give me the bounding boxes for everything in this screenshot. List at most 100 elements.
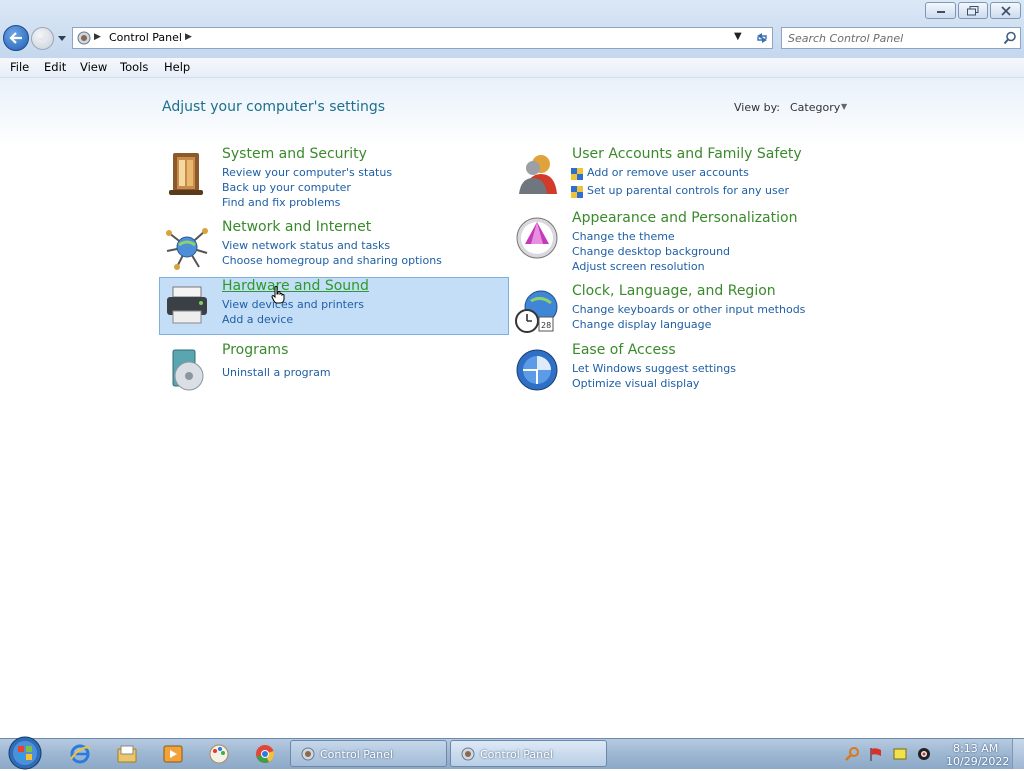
link-add-remove-accounts[interactable]: Add or remove user accounts — [571, 166, 749, 180]
control-panel-icon — [461, 747, 475, 761]
clock-date[interactable]: 10/29/2022 — [946, 755, 1009, 768]
volume-icon[interactable] — [916, 746, 932, 762]
internet-explorer-icon[interactable] — [69, 743, 91, 765]
search-box[interactable] — [781, 27, 1021, 49]
link-display-language[interactable]: Change display language — [572, 318, 711, 331]
media-player-icon[interactable] — [162, 743, 184, 765]
ease-of-access-icon[interactable] — [513, 346, 561, 394]
breadcrumb-arrow-icon[interactable]: ▶ — [185, 32, 192, 42]
appearance-icon[interactable] — [513, 214, 561, 262]
show-desktop-button[interactable] — [1012, 739, 1024, 769]
chrome-icon[interactable] — [254, 743, 276, 765]
arrow-right-icon — [37, 33, 48, 44]
category-title-system-and-security[interactable]: System and Security — [222, 146, 367, 162]
uac-shield-icon — [571, 186, 583, 198]
category-clock-language-region: 28 Clock, Language, and Region Change ke… — [510, 283, 860, 335]
close-icon — [1000, 5, 1011, 16]
menu-bar: File Edit View Tools Help — [0, 58, 1024, 78]
category-appearance: Appearance and Personalization Change th… — [510, 210, 860, 276]
clock-time[interactable]: 8:13 AM — [953, 742, 998, 755]
link-add-device[interactable]: Add a device — [222, 313, 293, 326]
link-parental-controls-label: Set up parental controls for any user — [587, 184, 790, 197]
taskbar-task-label: Control Panel — [320, 748, 393, 761]
link-find-fix-problems[interactable]: Find and fix problems — [222, 196, 340, 209]
hand-cursor-icon — [271, 286, 285, 304]
link-change-keyboards[interactable]: Change keyboards or other input methods — [572, 303, 805, 316]
link-screen-resolution[interactable]: Adjust screen resolution — [572, 260, 705, 273]
breadcrumb-arrow-icon[interactable]: ▶ — [94, 32, 101, 42]
link-network-status[interactable]: View network status and tasks — [222, 239, 390, 252]
chevron-down-icon[interactable]: ▼ — [841, 102, 847, 111]
category-title-clock-language-region[interactable]: Clock, Language, and Region — [572, 283, 776, 299]
restore-button[interactable] — [958, 2, 988, 19]
search-icon[interactable] — [1003, 31, 1017, 45]
category-ease-of-access: Ease of Access Let Windows suggest setti… — [510, 342, 860, 394]
link-back-up[interactable]: Back up your computer — [222, 181, 351, 194]
menu-file[interactable]: File — [10, 60, 29, 74]
category-title-programs[interactable]: Programs — [222, 342, 288, 358]
control-panel-content: Adjust your computer's settings View by:… — [0, 78, 1024, 738]
view-by-label: View by: — [734, 101, 780, 114]
category-user-accounts: User Accounts and Family Safety Add or r… — [510, 146, 860, 200]
link-review-status[interactable]: Review your computer's status — [222, 166, 392, 179]
back-button[interactable] — [3, 25, 29, 51]
menu-tools[interactable]: Tools — [120, 60, 148, 74]
taskbar: Control Panel Control Panel 8:13 AM 10/2… — [0, 735, 1024, 771]
user-accounts-icon[interactable] — [513, 150, 561, 198]
page-title: Adjust your computer's settings — [162, 99, 386, 115]
menu-help[interactable]: Help — [164, 60, 190, 74]
arrow-left-icon — [9, 32, 22, 44]
start-button[interactable] — [6, 735, 44, 771]
breadcrumb-control-panel[interactable]: Control Panel — [109, 31, 182, 44]
link-uninstall-program[interactable]: Uninstall a program — [222, 366, 331, 379]
uac-shield-icon — [571, 168, 583, 180]
minimize-icon — [936, 10, 945, 13]
close-button[interactable] — [990, 2, 1021, 19]
category-title-appearance[interactable]: Appearance and Personalization — [572, 210, 797, 226]
windows-explorer-icon[interactable] — [116, 743, 138, 765]
link-homegroup-sharing[interactable]: Choose homegroup and sharing options — [222, 254, 442, 267]
search-tray-icon[interactable] — [844, 746, 860, 762]
minimize-button[interactable] — [925, 2, 956, 19]
category-network-and-internet: Network and Internet View network status… — [160, 219, 510, 271]
link-windows-suggest[interactable]: Let Windows suggest settings — [572, 362, 736, 375]
link-optimize-display[interactable]: Optimize visual display — [572, 377, 699, 390]
svg-text:28: 28 — [541, 321, 551, 330]
menu-edit[interactable]: Edit — [44, 60, 66, 74]
link-desktop-background[interactable]: Change desktop background — [572, 245, 730, 258]
taskbar-task-control-panel-2[interactable]: Control Panel — [450, 740, 607, 767]
clock-globe-icon[interactable]: 28 — [513, 287, 561, 335]
category-title-user-accounts[interactable]: User Accounts and Family Safety — [572, 146, 802, 162]
address-bar[interactable]: ▶ Control Panel ▶ ▼ — [72, 27, 773, 49]
action-center-flag-icon[interactable] — [868, 746, 884, 762]
paint-icon[interactable] — [208, 743, 230, 765]
link-add-remove-accounts-label: Add or remove user accounts — [587, 166, 749, 179]
restore-icon — [967, 5, 979, 15]
programs-disc-icon[interactable] — [163, 346, 211, 394]
category-system-and-security: System and Security Review your computer… — [160, 146, 510, 212]
category-title-network-and-internet[interactable]: Network and Internet — [222, 219, 371, 235]
search-input[interactable] — [788, 30, 993, 46]
category-programs: Programs Uninstall a program — [160, 342, 510, 392]
recent-pages-dropdown[interactable] — [57, 33, 67, 43]
category-title-hardware-and-sound[interactable]: Hardware and Sound — [222, 278, 369, 294]
forward-button[interactable] — [31, 27, 54, 50]
control-panel-icon — [301, 747, 315, 761]
view-by-dropdown[interactable]: Category — [790, 101, 840, 114]
category-title-ease-of-access[interactable]: Ease of Access — [572, 342, 676, 358]
link-change-theme[interactable]: Change the theme — [572, 230, 675, 243]
link-devices-printers[interactable]: View devices and printers — [222, 298, 364, 311]
taskbar-task-label: Control Panel — [480, 748, 553, 761]
network-globe-icon[interactable] — [163, 223, 211, 271]
system-security-icon[interactable] — [163, 150, 211, 198]
taskbar-task-control-panel-1[interactable]: Control Panel — [290, 740, 447, 767]
notification-tray-icon[interactable] — [892, 746, 908, 762]
address-dropdown-icon[interactable]: ▼ — [734, 31, 742, 42]
link-parental-controls[interactable]: Set up parental controls for any user — [571, 184, 790, 198]
refresh-icon[interactable] — [754, 30, 770, 46]
menu-view[interactable]: View — [80, 60, 107, 74]
control-panel-icon — [77, 31, 91, 45]
window-chrome: ▶ Control Panel ▶ ▼ — [0, 0, 1024, 58]
printer-icon[interactable] — [163, 281, 211, 329]
category-hardware-and-sound: Hardware and Sound View devices and prin… — [159, 277, 509, 335]
